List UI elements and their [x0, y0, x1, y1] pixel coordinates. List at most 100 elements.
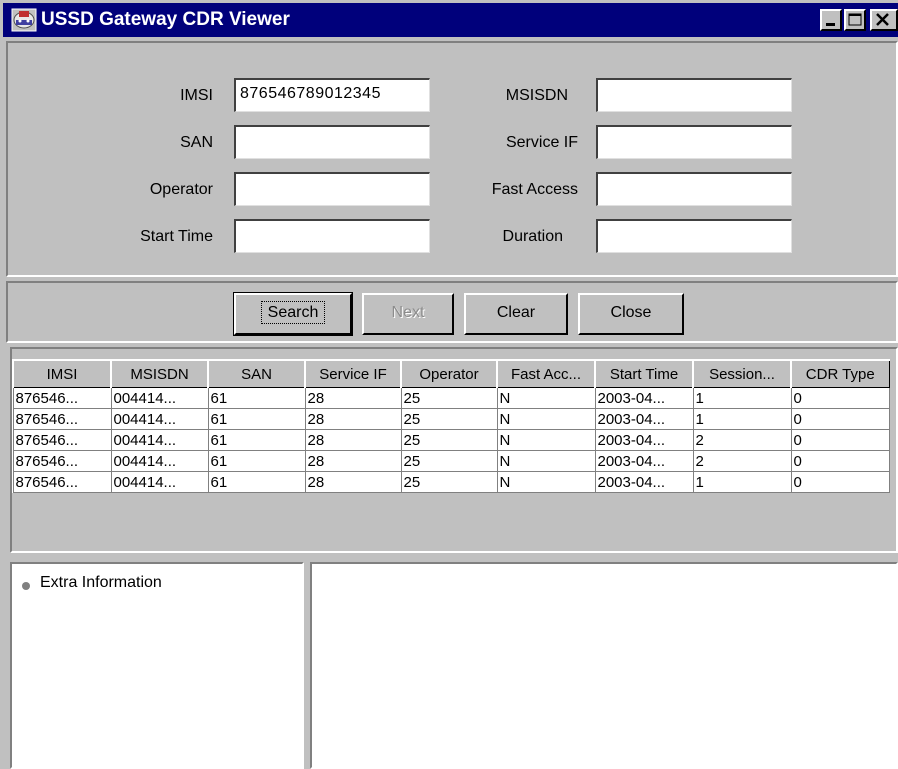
close-button-label: Close [610, 304, 652, 321]
table-cell: 61 [207, 471, 306, 493]
bullet-icon [22, 582, 30, 590]
duration-label: Duration [502, 228, 563, 245]
table-cell: 004414... [110, 387, 209, 409]
service-if-field[interactable] [596, 125, 792, 159]
san-field[interactable] [234, 125, 430, 159]
table-cell: 28 [304, 471, 402, 493]
search-button-label: Search [260, 301, 326, 324]
table-cell: N [496, 387, 596, 409]
maximize-icon [848, 13, 862, 26]
table-cell: 004414... [110, 408, 209, 430]
table-cell: 2 [692, 429, 792, 451]
close-window-button[interactable] [870, 9, 898, 31]
table-row[interactable]: 876546... 004414... 61 28 25 N 2003-04..… [12, 387, 890, 409]
search-button[interactable]: Search [233, 292, 353, 336]
service-if-label: Service IF [505, 134, 578, 151]
column-header[interactable]: Session... [692, 359, 792, 388]
minimize-icon [826, 23, 835, 26]
table-cell: 0 [790, 429, 890, 451]
extra-info-tree: Extra Information [10, 562, 304, 769]
minimize-button[interactable] [820, 9, 842, 31]
column-header[interactable]: Operator [400, 359, 498, 388]
table-cell: 61 [207, 387, 306, 409]
operator-label: Operator [149, 181, 213, 198]
column-header[interactable]: IMSI [12, 359, 112, 388]
fast-access-label: Fast Access [491, 181, 578, 198]
imsi-field[interactable]: 876546789012345 [234, 78, 430, 112]
column-header[interactable]: Start Time [594, 359, 694, 388]
start-time-label: Start Time [140, 228, 213, 245]
table-cell: 0 [790, 471, 890, 493]
table-cell: 876546... [12, 450, 112, 472]
column-header[interactable]: Service IF [304, 359, 402, 388]
close-button[interactable]: Close [578, 293, 684, 335]
column-header[interactable]: Fast Acc... [496, 359, 596, 388]
results-table-panel: IMSI MSISDN SAN Service IF Operator Fast… [10, 347, 898, 553]
tree-item-extra-information[interactable]: Extra Information [40, 574, 162, 592]
table-cell: 1 [692, 471, 792, 493]
next-button-label: Next [391, 304, 425, 321]
clear-button-label: Clear [496, 304, 536, 321]
table-cell: 0 [790, 408, 890, 430]
imsi-label: IMSI [180, 87, 213, 104]
san-label: SAN [180, 134, 213, 151]
table-cell: 1 [692, 408, 792, 430]
msisdn-label: MSISDN [505, 87, 568, 104]
table-cell: 2003-04... [594, 408, 694, 430]
table-row[interactable]: 876546... 004414... 61 28 25 N 2003-04..… [12, 429, 890, 451]
table-cell: 004414... [110, 450, 209, 472]
table-cell: 28 [304, 450, 402, 472]
table-cell: 28 [304, 408, 402, 430]
column-header[interactable]: CDR Type [790, 359, 890, 388]
table-cell: 61 [207, 450, 306, 472]
table-cell: N [496, 429, 596, 451]
detail-view-panel [310, 562, 898, 769]
table-cell: 61 [207, 408, 306, 430]
table-row[interactable]: 876546... 004414... 61 28 25 N 2003-04..… [12, 408, 890, 430]
search-criteria-panel: IMSI 876546789012345 SAN Operator Start … [6, 41, 898, 277]
table-row[interactable]: 876546... 004414... 61 28 25 N 2003-04..… [12, 471, 890, 493]
column-header[interactable]: MSISDN [110, 359, 209, 388]
table-cell: 28 [304, 429, 402, 451]
fast-access-field[interactable] [596, 172, 792, 206]
table-cell: 004414... [110, 471, 209, 493]
title-bar[interactable]: USSD Gateway CDR Viewer [3, 3, 898, 37]
app-window: USSD Gateway CDR Viewer IMSI 87654678901… [0, 0, 898, 769]
clear-button[interactable]: Clear [464, 293, 568, 335]
table-cell: 25 [400, 450, 498, 472]
table-cell: N [496, 450, 596, 472]
table-cell: 2003-04... [594, 450, 694, 472]
maximize-button[interactable] [844, 9, 866, 31]
cdr-table: IMSI MSISDN SAN Service IF Operator Fast… [12, 359, 890, 493]
operator-field[interactable] [234, 172, 430, 206]
app-icon [11, 8, 37, 32]
table-cell: N [496, 471, 596, 493]
table-cell: 28 [304, 387, 402, 409]
table-cell: 2 [692, 450, 792, 472]
table-cell: 25 [400, 387, 498, 409]
start-time-field[interactable] [234, 219, 430, 253]
table-cell: 0 [790, 450, 890, 472]
action-button-panel: Search Next Clear Close [6, 281, 898, 343]
window-title: USSD Gateway CDR Viewer [41, 9, 290, 30]
table-cell: 876546... [12, 471, 112, 493]
table-cell: 876546... [12, 408, 112, 430]
table-cell: 1 [692, 387, 792, 409]
table-cell: 2003-04... [594, 387, 694, 409]
table-cell: 25 [400, 471, 498, 493]
table-cell: 61 [207, 429, 306, 451]
duration-field[interactable] [596, 219, 792, 253]
table-cell: 876546... [12, 429, 112, 451]
table-cell: 0 [790, 387, 890, 409]
table-cell: 876546... [12, 387, 112, 409]
next-button[interactable]: Next [362, 293, 454, 335]
table-cell: 2003-04... [594, 471, 694, 493]
table-cell: N [496, 408, 596, 430]
column-header[interactable]: SAN [207, 359, 306, 388]
table-row[interactable]: 876546... 004414... 61 28 25 N 2003-04..… [12, 450, 890, 472]
table-header-row: IMSI MSISDN SAN Service IF Operator Fast… [12, 359, 890, 388]
msisdn-field[interactable] [596, 78, 792, 112]
table-cell: 004414... [110, 429, 209, 451]
close-icon [876, 13, 889, 26]
table-cell: 25 [400, 408, 498, 430]
